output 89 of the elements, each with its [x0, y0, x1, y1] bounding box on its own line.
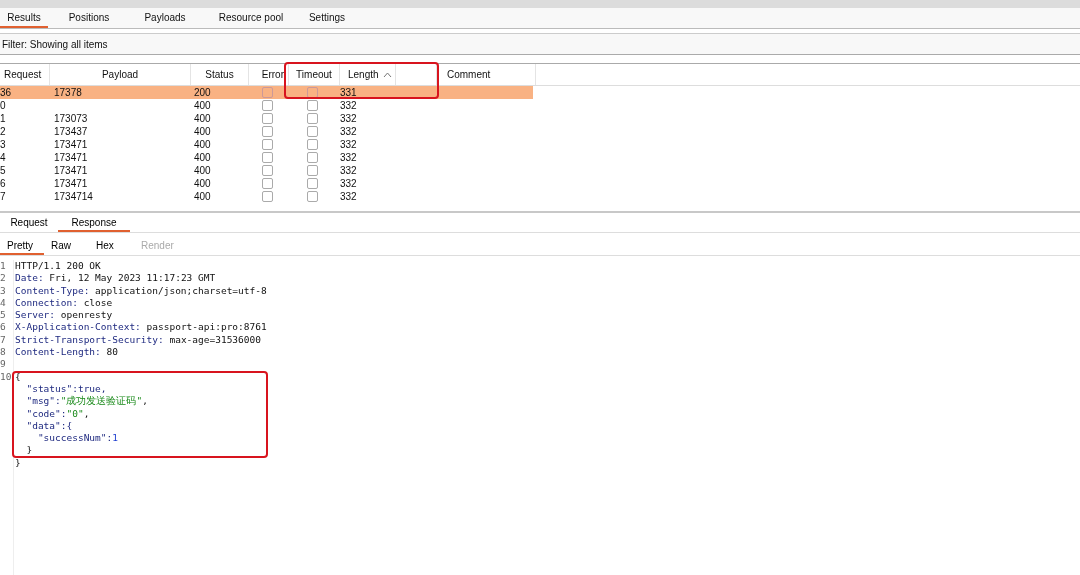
table-cell-text: 1734714 — [53, 190, 94, 203]
table-cell-text: 400 — [193, 99, 212, 112]
line-number: 10 — [0, 370, 13, 383]
table-row[interactable]: 0 400 332 — [0, 99, 533, 112]
column-header[interactable]: Error — [249, 64, 289, 85]
tab[interactable]: Raw — [44, 237, 89, 255]
column-header[interactable]: Payload — [50, 64, 191, 85]
table-cell-text: 332 — [339, 125, 358, 138]
table-cell-text: 1 — [0, 112, 7, 125]
code-line: } — [15, 456, 21, 470]
table-cell-text: 400 — [193, 112, 212, 125]
tab[interactable]: Results — [0, 8, 48, 28]
tab[interactable]: Hex — [89, 237, 134, 255]
table-row[interactable]: 6 173471 400 332 — [0, 177, 533, 190]
tab[interactable]: Payloads — [130, 8, 200, 28]
code-line: Content-Length: 80 — [15, 346, 118, 359]
code-line: HTTP/1.1 200 OK — [15, 260, 101, 273]
sort-ascending-icon — [382, 71, 392, 78]
table-cell-text: 331 — [339, 86, 358, 99]
table-cell-text: 36 — [0, 86, 13, 99]
code-line: "status":true, — [25, 382, 107, 395]
table-cell-text: 3 — [0, 138, 7, 151]
table-cell-text: 332 — [339, 177, 358, 190]
line-number: 1 — [0, 260, 7, 273]
table-cell-text: 332 — [339, 99, 358, 112]
table-cell-text: 400 — [193, 164, 212, 177]
table-cell-text: 5 — [0, 164, 7, 177]
table-row[interactable]: 5 173471 400 332 — [0, 164, 533, 177]
table-cell-text: 332 — [339, 164, 358, 177]
column-header[interactable]: Status — [191, 64, 249, 85]
table-row[interactable]: 4 173471 400 332 — [0, 151, 533, 164]
table-cell-text: 400 — [193, 138, 212, 151]
line-number: 9 — [0, 358, 7, 371]
code-line: "code":"0", — [25, 407, 90, 420]
table-cell-text: 173471 — [53, 151, 89, 164]
filter-bar[interactable]: Filter: Showing all items — [0, 33, 1080, 55]
table-cell-text: 7 — [0, 190, 7, 203]
code-line: "successNum":1 — [36, 432, 118, 445]
table-cell-text: 0 — [0, 99, 7, 112]
table-cell-text: 173471 — [53, 177, 89, 190]
table-cell-text: 173471 — [53, 164, 89, 177]
table-cell-text: 332 — [339, 112, 358, 125]
table-cell-text: 2 — [0, 125, 7, 138]
table-cell-text: 173471 — [53, 138, 89, 151]
table-row[interactable]: 2 173437 400 332 — [0, 125, 533, 138]
code-line: "msg":"成功发送验证码", — [25, 395, 148, 408]
table-cell-text: 332 — [339, 151, 358, 164]
code-line: Strict-Transport-Security: max-age=31536000 — [15, 333, 261, 347]
column-header[interactable]: Comment — [436, 64, 536, 85]
code-line: Server: openresty — [15, 309, 113, 322]
table-cell-text: 400 — [193, 190, 212, 203]
column-header[interactable]: Length — [340, 64, 396, 85]
table-cell-text: 332 — [339, 138, 358, 151]
table-cell-text: 332 — [339, 190, 358, 203]
code-line: { — [15, 370, 21, 383]
line-number: 7 — [0, 333, 7, 347]
code-line: } — [25, 444, 33, 457]
tab[interactable]: Response — [58, 215, 130, 232]
table-cell-text: 400 — [193, 151, 212, 164]
table-row[interactable]: 36 17378 200 331 — [0, 86, 533, 99]
line-number: 8 — [0, 346, 7, 359]
table-row[interactable]: 1 173073 400 332 — [0, 112, 533, 125]
code-line: X-Application-Context: passport-api:pro:8761 — [15, 321, 267, 334]
table-cell-text: 200 — [193, 86, 212, 99]
table-cell-text: 4 — [0, 151, 7, 164]
line-number: 6 — [0, 321, 7, 334]
table-row[interactable]: 7 1734714 400 332 — [0, 190, 533, 203]
column-header[interactable]: Request — [0, 64, 50, 85]
table-row[interactable]: 3 173471 400 332 — [0, 138, 533, 151]
table-cell-text: 400 — [193, 177, 212, 190]
column-header[interactable]: Timeout — [289, 64, 340, 85]
tab[interactable]: Positions — [48, 8, 130, 28]
table-cell-text: 173073 — [53, 112, 89, 125]
code-line: "data":{ — [25, 419, 73, 433]
tab[interactable]: Pretty — [0, 237, 44, 255]
line-number: 3 — [0, 284, 7, 297]
table-cell-text: 17378 — [53, 86, 83, 99]
code-line: Date: Fri, 12 May 2023 11:17:23 GMT — [15, 272, 216, 285]
tab[interactable]: Settings — [302, 8, 352, 28]
tab[interactable]: Request — [0, 215, 58, 232]
table-cell-text: 400 — [193, 125, 212, 138]
table-cell-text: 173437 — [53, 125, 89, 138]
tab[interactable]: Resource pool — [200, 8, 302, 28]
line-number: 2 — [0, 272, 7, 285]
code-line: Connection: close — [15, 296, 113, 310]
code-line: Content-Type: application/json;charset=utf-8 — [15, 284, 267, 297]
table-cell-text: 6 — [0, 177, 7, 190]
line-number: 5 — [0, 309, 7, 322]
line-number: 4 — [0, 296, 7, 310]
